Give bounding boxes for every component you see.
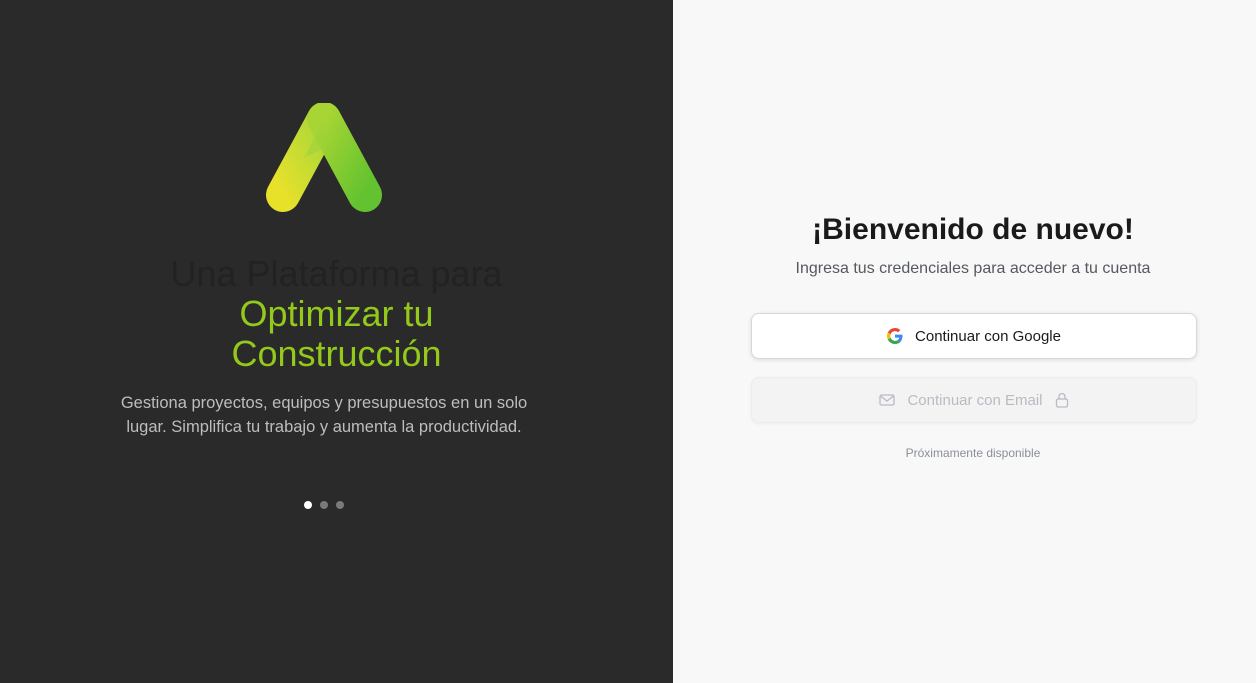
carousel-dot-3[interactable] [335,501,344,509]
google-icon [887,328,903,344]
email-button-label: Continuar con Email [907,391,1043,409]
email-coming-soon-note: Próximamente disponible [905,446,1041,460]
login-subtitle: Ingresa tus credenciales para acceder a … [795,260,1151,277]
google-button-label: Continuar con Google [915,327,1061,345]
hero-headline: Una Plataforma para Optimizar tu Constru… [0,254,673,374]
login-panel: ¡Bienvenido de nuevo! Ingresa tus creden… [673,0,1256,683]
carousel-dot-2[interactable] [319,501,328,509]
google-login-button[interactable]: Continuar con Google [751,313,1197,359]
email-login-button[interactable]: Continuar con Email [751,377,1197,423]
lock-icon [1055,392,1069,408]
headline-line2: Optimizar tu [239,293,434,334]
login-title: ¡Bienvenido de nuevo! [812,213,1134,246]
brand-logo [264,102,384,213]
carousel-dots [0,501,647,509]
login-page: Una Plataforma para Optimizar tu Constru… [0,0,1256,683]
headline-line3: Construcción [231,333,442,374]
carousel-dot-1[interactable] [303,501,312,509]
hero-description: Gestiona proyectos, equipos y presupuest… [120,394,528,436]
headline-line1: Una Plataforma para [170,253,503,294]
hero-panel: Una Plataforma para Optimizar tu Constru… [0,0,673,683]
mail-icon [879,393,896,407]
